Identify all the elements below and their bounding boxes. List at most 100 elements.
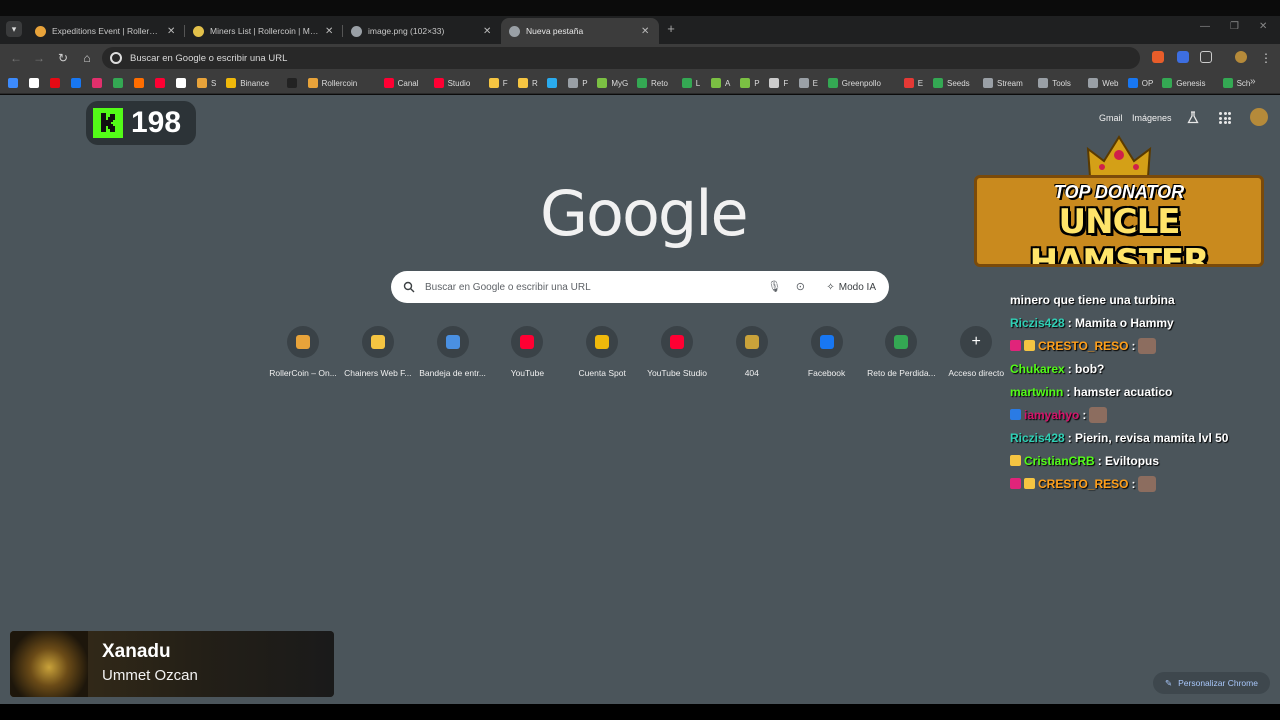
- bookmark-item[interactable]: P: [740, 76, 760, 90]
- bookmark-item[interactable]: Tools: [1038, 76, 1071, 90]
- extensions-puzzle-icon[interactable]: [1200, 51, 1212, 63]
- tab-close-icon[interactable]: ✕: [641, 26, 651, 37]
- tab-close-icon[interactable]: ✕: [483, 26, 493, 37]
- gmail-link[interactable]: Gmail: [1099, 113, 1123, 123]
- shortcut-tile[interactable]: YouTube: [490, 326, 564, 378]
- bookmark-favicon-icon: [50, 78, 60, 88]
- bookmark-item[interactable]: OP: [1127, 76, 1153, 90]
- bookmark-item[interactable]: [8, 76, 18, 90]
- bookmark-item[interactable]: [176, 76, 186, 90]
- customize-chrome-button[interactable]: ✎ Personalizar Chrome: [1153, 672, 1270, 694]
- shortcut-tile[interactable]: Facebook: [790, 326, 864, 378]
- bookmark-item[interactable]: Sch: [1222, 76, 1250, 90]
- bookmark-item[interactable]: F: [488, 76, 508, 90]
- tab[interactable]: Expeditions Event | RollerCoin ✕: [27, 18, 185, 44]
- new-tab-button[interactable]: +: [664, 21, 678, 37]
- bookmark-item[interactable]: [113, 76, 123, 90]
- shortcut-tile[interactable]: 404: [715, 326, 789, 378]
- google-lens-icon[interactable]: ⊙: [792, 279, 808, 295]
- chrome-menu-icon[interactable]: ⋮: [1258, 50, 1274, 66]
- chat-overlay: minero que tiene una turbina Riczis428: M…: [1010, 288, 1280, 495]
- extension-fox-icon[interactable]: [1152, 51, 1164, 63]
- chat-text: : Pierin, revisa mamita lvl 50: [1067, 430, 1229, 445]
- shortcut-tile[interactable]: Chainers Web F...: [341, 326, 415, 378]
- bookmark-item[interactable]: Stream: [983, 76, 1023, 90]
- tab[interactable]: image.png (102×33) ✕: [343, 18, 501, 44]
- bookmark-favicon-icon: [637, 78, 647, 88]
- google-apps-icon[interactable]: [1219, 112, 1231, 124]
- back-icon[interactable]: ←: [8, 50, 24, 66]
- shortcut-tile[interactable]: Bandeja de entr...: [416, 326, 490, 378]
- images-link[interactable]: Imágenes: [1132, 113, 1172, 123]
- bookmark-item[interactable]: MyG: [597, 76, 628, 90]
- tab[interactable]: Nueva pestaña ✕: [501, 18, 659, 44]
- bookmark-item[interactable]: P: [568, 76, 588, 90]
- bookmark-item[interactable]: S: [197, 76, 216, 90]
- bookmark-item[interactable]: Rollercoin: [307, 76, 357, 90]
- taskbar-edge: [0, 704, 1280, 720]
- maximize-icon[interactable]: ❐: [1230, 21, 1239, 32]
- shortcut-tile[interactable]: Cuenta Spot: [565, 326, 639, 378]
- shortcut-tile[interactable]: Reto de Perdida...: [864, 326, 938, 378]
- add-shortcut-icon: +: [960, 326, 993, 358]
- bookmark-item[interactable]: [286, 76, 297, 90]
- chat-username: martwinn: [1010, 384, 1064, 399]
- search-input[interactable]: Buscar en Google o escribir una URL: [425, 282, 766, 293]
- bookmark-favicon-icon: [740, 78, 751, 88]
- reload-icon[interactable]: ↻: [55, 50, 71, 66]
- shortcut-tile[interactable]: RollerCoin – On...: [266, 326, 340, 378]
- address-bar[interactable]: Buscar en Google o escribir una URL: [102, 47, 1140, 69]
- ai-mode-button[interactable]: ✧ Modo IA: [818, 276, 884, 298]
- bookmark-item[interactable]: A: [711, 76, 730, 90]
- account-avatar[interactable]: [1250, 108, 1268, 126]
- bookmark-item[interactable]: Binance: [226, 76, 269, 90]
- chat-message: iamyahyo:: [1010, 403, 1280, 426]
- bookmark-item[interactable]: L: [681, 76, 700, 90]
- bookmark-item[interactable]: [134, 76, 144, 90]
- bookmark-favicon-icon: [711, 78, 721, 88]
- tab-close-icon[interactable]: ✕: [167, 26, 177, 37]
- profile-avatar-icon[interactable]: [1235, 51, 1247, 63]
- tab-close-icon[interactable]: ✕: [325, 26, 335, 37]
- bookmark-item[interactable]: [155, 76, 165, 90]
- shortcut-tile[interactable]: YouTube Studio: [640, 326, 714, 378]
- extension-blue-icon[interactable]: [1177, 51, 1189, 63]
- tab-search-chevron-icon[interactable]: ▾: [6, 21, 22, 37]
- bookmark-item[interactable]: [71, 76, 81, 90]
- search-box[interactable]: Buscar en Google o escribir una URL 🎙 ⊙ …: [391, 271, 889, 303]
- bookmark-item[interactable]: Seeds: [933, 76, 970, 90]
- bookmark-item[interactable]: [547, 76, 558, 90]
- labs-flask-icon[interactable]: [1187, 111, 1199, 124]
- minimize-icon[interactable]: —: [1200, 21, 1210, 32]
- bookmark-item[interactable]: R: [518, 76, 538, 90]
- bookmark-favicon-icon: [155, 78, 165, 88]
- bookmark-item[interactable]: E: [903, 76, 923, 90]
- bookmark-favicon-icon: [286, 78, 297, 88]
- bookmark-item[interactable]: Reto: [637, 76, 668, 90]
- chat-username: iamyahyo: [1024, 407, 1080, 422]
- bookmark-item[interactable]: E: [798, 76, 818, 90]
- bookmark-item[interactable]: [50, 76, 60, 90]
- tab[interactable]: Miners List | Rollercoin | Minar ✕: [185, 18, 343, 44]
- bookmark-favicon-icon: [488, 78, 499, 88]
- window-close-icon[interactable]: ✕: [1259, 21, 1267, 32]
- bookmark-item[interactable]: Web: [1088, 76, 1119, 90]
- bookmark-favicon-icon: [383, 78, 394, 88]
- home-icon[interactable]: ⌂: [79, 50, 95, 66]
- bookmark-item[interactable]: F: [769, 76, 788, 90]
- shortcut-tile[interactable]: + Acceso directo: [939, 326, 1013, 378]
- tab-favicon-icon: [35, 25, 46, 37]
- bookmark-favicon-icon: [547, 78, 558, 88]
- bookmark-item[interactable]: Genesis: [1162, 76, 1206, 90]
- bookmark-favicon-icon: [518, 78, 528, 88]
- forward-icon[interactable]: →: [31, 50, 47, 66]
- bookmark-item[interactable]: Canal: [383, 76, 419, 90]
- bookmarks-overflow-icon[interactable]: »: [1250, 76, 1256, 87]
- kick-viewer-count: 198: [131, 106, 182, 139]
- microphone-icon[interactable]: 🎙: [766, 279, 782, 295]
- bookmark-item[interactable]: [29, 76, 39, 90]
- bookmark-item[interactable]: Studio: [433, 76, 470, 90]
- bookmark-item[interactable]: Greenpollo: [827, 76, 881, 90]
- bookmark-item[interactable]: [92, 76, 102, 90]
- bookmark-favicon-icon: [8, 78, 18, 88]
